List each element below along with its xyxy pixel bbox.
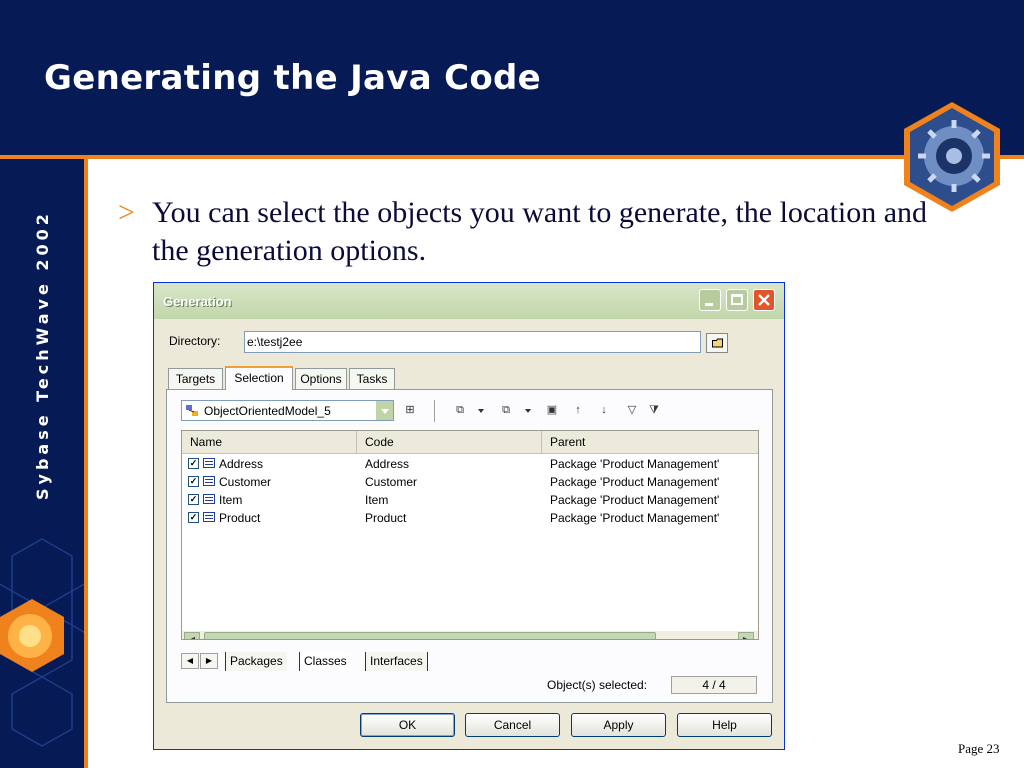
column-header-name[interactable]: Name — [182, 431, 357, 453]
table-row[interactable]: ✓ Item Item Package 'Product Management' — [182, 491, 758, 509]
tab-targets[interactable]: Targets — [168, 368, 223, 389]
minimize-button[interactable] — [699, 289, 721, 311]
maximize-icon — [731, 294, 743, 305]
cell-name: Address — [219, 457, 264, 471]
cell-parent: Package 'Product Management' — [550, 511, 720, 525]
cancel-button[interactable]: Cancel — [465, 713, 560, 737]
sheet-tab-classes[interactable]: Classes — [299, 652, 351, 671]
model-icon — [186, 405, 198, 416]
tab-scroll-left-icon[interactable]: ◀ — [181, 653, 199, 669]
sheet-tab-packages[interactable]: Packages — [225, 652, 287, 671]
scroll-left-icon[interactable]: ◀ — [184, 632, 200, 639]
clear-filter-icon[interactable]: ⧩ — [645, 402, 663, 419]
cell-code: Product — [365, 511, 407, 525]
class-icon — [203, 458, 215, 468]
include-subpackages-icon[interactable]: ▣ — [543, 402, 561, 419]
class-icon — [203, 476, 215, 486]
horizontal-scrollbar[interactable]: ◀ ▶ — [182, 631, 758, 639]
row-checkbox[interactable]: ✓ — [188, 512, 199, 523]
move-down-icon[interactable]: ↓ — [595, 402, 613, 419]
sheet-tabs: ◀ ▶ Packages Classes Interfaces — [181, 652, 759, 671]
help-button[interactable]: Help — [677, 713, 772, 737]
column-header-parent[interactable]: Parent — [542, 431, 758, 453]
directory-label: Directory: — [169, 334, 221, 348]
maximize-button[interactable] — [726, 289, 748, 311]
dropdown-arrow-icon[interactable] — [478, 409, 484, 413]
class-icon — [203, 512, 215, 522]
close-button[interactable] — [753, 289, 775, 311]
select-all-icon[interactable]: ⧉ — [451, 402, 469, 419]
tab-scroll-right-icon[interactable]: ▶ — [200, 653, 218, 669]
model-select-value: ObjectOrientedModel_5 — [204, 404, 331, 418]
column-header-code[interactable]: Code — [357, 431, 542, 453]
sidebar-divider — [84, 159, 88, 768]
bullet-text: You can select the objects you want to g… — [152, 196, 928, 267]
cell-name: Product — [219, 511, 261, 525]
cell-parent: Package 'Product Management' — [550, 475, 720, 489]
close-icon — [758, 294, 770, 306]
model-select[interactable]: ObjectOrientedModel_5 — [181, 400, 394, 421]
row-checkbox[interactable]: ✓ — [188, 458, 199, 469]
bullet-marker: > — [118, 196, 135, 229]
class-icon — [203, 494, 215, 504]
row-checkbox[interactable]: ✓ — [188, 476, 199, 487]
move-up-icon[interactable]: ↑ — [569, 402, 587, 419]
cell-code: Address — [365, 457, 410, 471]
minimize-icon — [705, 303, 713, 306]
table-row[interactable]: ✓ Address Address Package 'Product Manageme… — [182, 455, 758, 473]
dialog-title-bar[interactable]: Generation — [154, 283, 784, 319]
dialog-title: Generation — [163, 294, 232, 309]
scroll-right-icon[interactable]: ▶ — [738, 632, 754, 639]
selection-tab-panel: ObjectOrientedModel_5 ⊞ ⧉ ⧉ ▣ ↑ ↓ ▽ ⧩ Na… — [166, 389, 773, 703]
cell-parent: Package 'Product Management' — [550, 493, 720, 507]
generation-dialog: Generation Directory: e:\testj2ee Target… — [153, 282, 785, 750]
table-row[interactable]: ✓ Product Product Package 'Product Manageme… — [182, 509, 758, 527]
list-header: Name Code Parent — [182, 431, 758, 454]
deselect-all-icon[interactable]: ⧉ — [497, 402, 515, 419]
apply-button[interactable]: Apply — [571, 713, 666, 737]
sheet-tab-interfaces[interactable]: Interfaces — [365, 652, 428, 671]
cell-name: Customer — [219, 475, 272, 489]
directory-input[interactable]: e:\testj2ee — [244, 331, 701, 353]
slide-title: Generating the Java Code — [44, 58, 542, 98]
tab-tasks[interactable]: Tasks — [349, 368, 395, 389]
tab-selection[interactable]: Selection — [225, 366, 293, 390]
objects-selected-label: Object(s) selected: — [547, 678, 648, 692]
filter-icon[interactable]: ▽ — [623, 402, 641, 419]
cell-code: Item — [365, 493, 389, 507]
toolbar-separator — [434, 400, 435, 422]
sidebar-branding-text: Sybase TechWave 2002 — [33, 210, 52, 500]
cell-name: Item — [219, 493, 243, 507]
folder-icon — [712, 338, 723, 348]
tab-options[interactable]: Options — [295, 368, 347, 389]
dropdown-arrow-icon[interactable] — [525, 409, 531, 413]
cell-code: Customer — [365, 475, 418, 489]
tree-view-icon[interactable]: ⊞ — [401, 402, 419, 419]
row-checkbox[interactable]: ✓ — [188, 494, 199, 505]
browse-directory-button[interactable] — [706, 333, 728, 353]
scrollbar-thumb[interactable] — [204, 632, 656, 639]
table-row[interactable]: ✓ Customer Customer Package 'Product Manage… — [182, 473, 758, 491]
page-number: Page 23 — [958, 741, 1000, 756]
chevron-down-icon[interactable] — [376, 401, 393, 420]
objects-selected-count: 4 / 4 — [671, 676, 757, 694]
header-divider — [0, 155, 1024, 159]
cell-parent: Package 'Product Management' — [550, 457, 720, 471]
objects-list: Name Code Parent ✓ Address Address Package … — [181, 430, 759, 640]
ok-button[interactable]: OK — [360, 713, 455, 737]
